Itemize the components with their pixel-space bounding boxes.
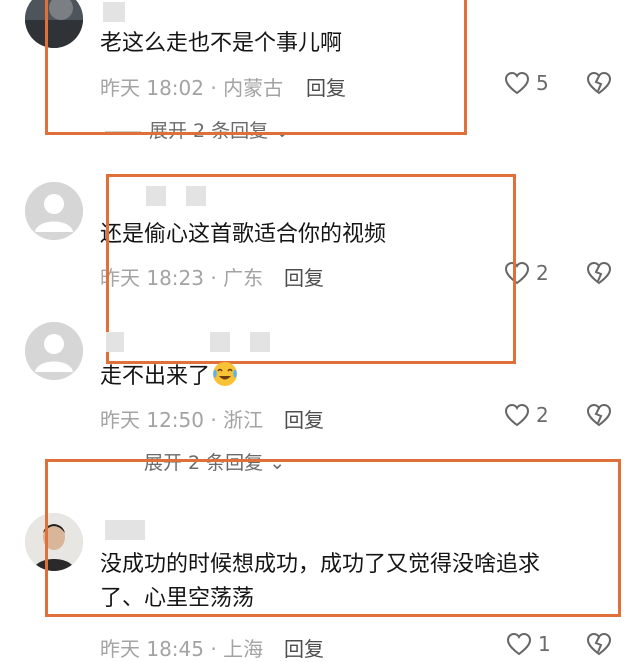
- reply-button[interactable]: 回复: [284, 262, 324, 291]
- comment-text: 老这么走也不是个事儿啊: [100, 31, 343, 56]
- avatar[interactable]: [25, 513, 83, 571]
- dislike-button[interactable]: [586, 632, 612, 656]
- dislike-button[interactable]: [586, 71, 612, 95]
- heart-outline-icon: [504, 71, 530, 95]
- comment-text-line: 了、心里空荡荡: [100, 586, 255, 611]
- like-button[interactable]: 1: [506, 632, 551, 656]
- avatar[interactable]: [25, 0, 83, 48]
- crying-laughing-emoji-icon: [213, 362, 238, 386]
- default-avatar-icon: [25, 322, 83, 380]
- reply-button[interactable]: 回复: [284, 404, 324, 433]
- comment-text: 走不出来了: [100, 360, 238, 394]
- heart-outline-icon: [506, 632, 532, 656]
- broken-heart-icon: [586, 261, 612, 285]
- comment-text: 还是偷心这首歌适合你的视频: [100, 222, 387, 247]
- comment-text-content: 走不出来了: [100, 364, 211, 389]
- user-photo-icon: [25, 513, 83, 571]
- heart-outline-icon: [504, 261, 530, 285]
- comment-time-location: 昨天 18:02 · 内蒙古: [100, 76, 284, 100]
- comment-meta: 昨天 18:23 · 广东 回复: [100, 262, 324, 291]
- comment-meta: 昨天 12:50 · 浙江 回复: [100, 404, 324, 433]
- divider-line: [105, 131, 141, 132]
- comment-time-location: 昨天 12:50 · 浙江: [100, 408, 264, 432]
- reply-button[interactable]: 回复: [284, 633, 324, 662]
- comment-time-location: 昨天 18:45 · 上海: [100, 637, 264, 661]
- default-avatar-icon: [25, 182, 83, 240]
- expand-replies-label: 展开 2 条回复: [144, 452, 264, 474]
- comment-text: 没成功的时候想成功，成功了又觉得没啥追求 了、心里空荡荡: [100, 548, 540, 616]
- expand-replies-label: 展开 2 条回复: [149, 120, 269, 142]
- broken-heart-icon: [586, 632, 612, 656]
- comment-time-location: 昨天 18:23 · 广东: [100, 266, 264, 290]
- dislike-button[interactable]: [586, 261, 612, 285]
- like-count: 1: [538, 632, 551, 656]
- comment-text-line: 没成功的时候想成功，成功了又觉得没啥追求: [100, 552, 541, 577]
- chevron-down-icon: ⌄: [269, 452, 286, 474]
- dislike-button[interactable]: [586, 403, 612, 427]
- like-count: 5: [536, 71, 549, 95]
- like-count: 2: [536, 261, 549, 285]
- like-count: 2: [536, 403, 549, 427]
- expand-replies-button[interactable]: 展开 2 条回复 ⌄: [105, 116, 290, 143]
- chevron-down-icon: ⌄: [274, 120, 291, 142]
- like-button[interactable]: 2: [504, 261, 549, 285]
- like-button[interactable]: 5: [504, 71, 549, 95]
- avatar[interactable]: [25, 182, 83, 240]
- broken-heart-icon: [586, 403, 612, 427]
- reply-button[interactable]: 回复: [306, 72, 346, 101]
- comment-meta: 昨天 18:02 · 内蒙古 回复: [100, 72, 346, 101]
- like-button[interactable]: 2: [504, 403, 549, 427]
- avatar[interactable]: [25, 322, 83, 380]
- heart-outline-icon: [504, 403, 530, 427]
- broken-heart-icon: [586, 71, 612, 95]
- comment-meta: 昨天 18:45 · 上海 回复: [100, 633, 324, 662]
- user-photo-icon: [25, 0, 83, 48]
- expand-replies-button[interactable]: 展开 2 条回复 ⌄: [144, 448, 285, 475]
